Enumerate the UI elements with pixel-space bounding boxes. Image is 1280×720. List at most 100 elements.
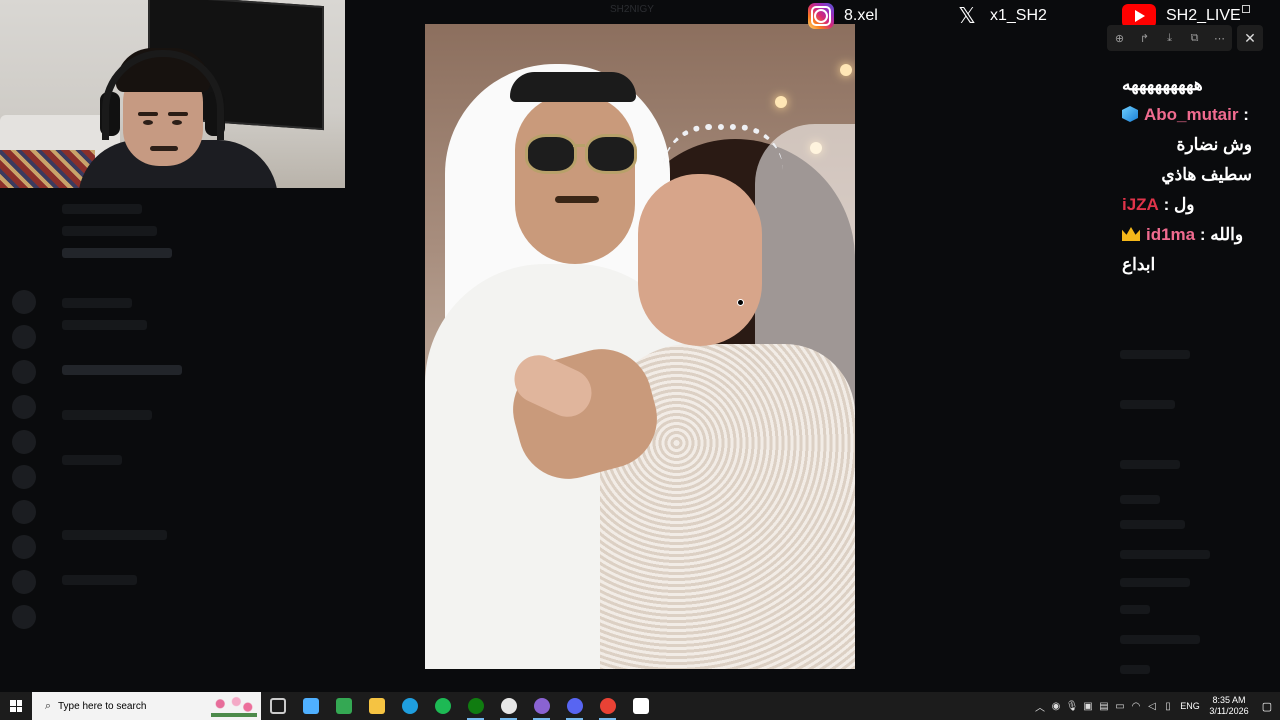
x-handle-text: x1_SH2 <box>990 7 1047 24</box>
restore-icon <box>1242 5 1250 13</box>
taskbar-app-edge[interactable] <box>393 692 426 720</box>
taskbar-app-file-explorer[interactable] <box>360 692 393 720</box>
wifi-icon[interactable]: ◠ <box>1128 701 1144 712</box>
mustache <box>150 146 178 151</box>
server-icon <box>12 605 36 629</box>
youtube-handle-text: SH2_LIVE <box>1166 7 1241 24</box>
discord-icon <box>566 698 583 714</box>
display-icon[interactable]: ▭ <box>1112 701 1128 712</box>
channel-item <box>62 365 182 375</box>
eye <box>143 120 153 125</box>
download-icon[interactable]: ⤓ <box>1162 30 1178 46</box>
channel-item <box>62 530 167 540</box>
server-icon <box>12 360 36 384</box>
wedding-photo[interactable] <box>425 24 855 669</box>
taskbar-app-spotify[interactable] <box>426 692 459 720</box>
search-icon: ⌕ <box>44 699 52 712</box>
chat-message: ول : iJZA <box>1122 190 1207 220</box>
webcam-feed <box>0 0 345 188</box>
eyebrow <box>138 112 158 116</box>
taskbar-app-task-view[interactable] <box>261 692 294 720</box>
microphone-icon[interactable]: 🎙 <box>1064 701 1080 712</box>
instagram-handle: 8.xel <box>808 3 878 29</box>
chat-separator: : <box>1238 105 1249 124</box>
instagram-icon <box>808 3 834 29</box>
channel-item <box>62 248 172 258</box>
battery-icon[interactable]: ▯ <box>1160 701 1176 712</box>
groom-agal <box>510 72 636 102</box>
chat-username: id1ma <box>1146 225 1196 244</box>
taskbar-app-xbox[interactable] <box>459 692 492 720</box>
volume-icon[interactable]: ◁ <box>1144 701 1160 712</box>
ceiling-light <box>840 64 852 76</box>
groom-mustache <box>555 196 599 203</box>
app-tray-icon[interactable]: ▣ <box>1080 701 1096 712</box>
chat-message: id1ma : والله ابداع <box>1122 220 1267 280</box>
more-icon[interactable]: ⋯ <box>1212 30 1228 46</box>
channel-item <box>62 226 157 236</box>
chat-text: هههههههههه <box>1122 75 1203 94</box>
chat-username: Abo_mutair <box>1144 105 1239 124</box>
rotate-icon[interactable]: ↱ <box>1137 30 1153 46</box>
security-icon[interactable]: ▤ <box>1096 701 1112 712</box>
taskbar-app-settings[interactable] <box>624 692 657 720</box>
search-highlight-image <box>211 695 257 717</box>
server-icon <box>12 500 36 524</box>
server-icon <box>12 430 36 454</box>
taskbar-app-app-purple[interactable] <box>525 692 558 720</box>
groom-face <box>515 94 635 264</box>
windows-taskbar: ⌕ Type here to search ︿ ◉ 🎙 ▣ ▤ ▭ ◠ ◁ ▯ … <box>0 692 1280 720</box>
location-icon[interactable]: ◉ <box>1048 701 1064 712</box>
taskbar-app-chrome[interactable] <box>591 692 624 720</box>
taskbar-app-copilot[interactable] <box>294 692 327 720</box>
channel-item <box>62 455 122 465</box>
taskbar-app-app-circle[interactable] <box>492 692 525 720</box>
member-item <box>1120 400 1175 409</box>
sunglasses-lens <box>585 134 637 174</box>
member-item <box>1120 605 1150 614</box>
eye <box>172 120 182 125</box>
member-item <box>1120 460 1180 469</box>
app-circle-icon <box>500 698 517 714</box>
x-icon: 𝕏 <box>958 3 976 28</box>
open-external-icon[interactable]: ⧉ <box>1187 30 1203 46</box>
mouse-cursor <box>737 299 744 306</box>
task-view-icon <box>269 698 286 714</box>
channel-list <box>48 190 248 690</box>
taskbar-search-box[interactable]: ⌕ Type here to search <box>32 692 261 720</box>
zoom-in-icon[interactable]: ⊕ <box>1112 30 1128 46</box>
sunglasses-lens <box>525 134 577 174</box>
sunglasses-bridge <box>573 144 585 147</box>
channel-item <box>62 298 132 308</box>
notification-icon[interactable]: ▢ <box>1254 700 1280 713</box>
bride-face <box>638 174 762 346</box>
chat-separator: : <box>1158 195 1174 214</box>
server-list <box>0 190 48 690</box>
member-item <box>1120 665 1150 674</box>
clock-time: 8:35 AM <box>1212 695 1246 705</box>
channel-item <box>62 575 137 585</box>
close-viewer-button[interactable]: ✕ <box>1237 25 1263 51</box>
taskbar-app-discord[interactable] <box>558 692 591 720</box>
clock[interactable]: 8:35 AM 3/11/2026 <box>1204 695 1254 717</box>
search-placeholder: Type here to search <box>58 700 147 712</box>
server-icon <box>12 290 36 314</box>
taskbar-app-play-store[interactable] <box>327 692 360 720</box>
member-item <box>1120 578 1190 587</box>
member-item <box>1120 550 1210 559</box>
spotify-icon <box>434 698 451 714</box>
chat-username: iJZA <box>1122 195 1159 214</box>
chevron-up-icon[interactable]: ︿ <box>1032 699 1048 714</box>
taskbar-apps <box>261 692 657 720</box>
instagram-handle-text: 8.xel <box>844 7 878 24</box>
channel-item <box>62 410 152 420</box>
server-icon <box>12 325 36 349</box>
start-button[interactable] <box>0 692 32 720</box>
language-indicator[interactable]: ENG <box>1176 701 1204 711</box>
server-icon <box>12 535 36 559</box>
member-item <box>1120 520 1185 529</box>
windows-logo-icon <box>10 700 22 712</box>
settings-icon <box>632 698 649 714</box>
clock-date: 3/11/2026 <box>1209 706 1249 716</box>
server-icon <box>12 465 36 489</box>
